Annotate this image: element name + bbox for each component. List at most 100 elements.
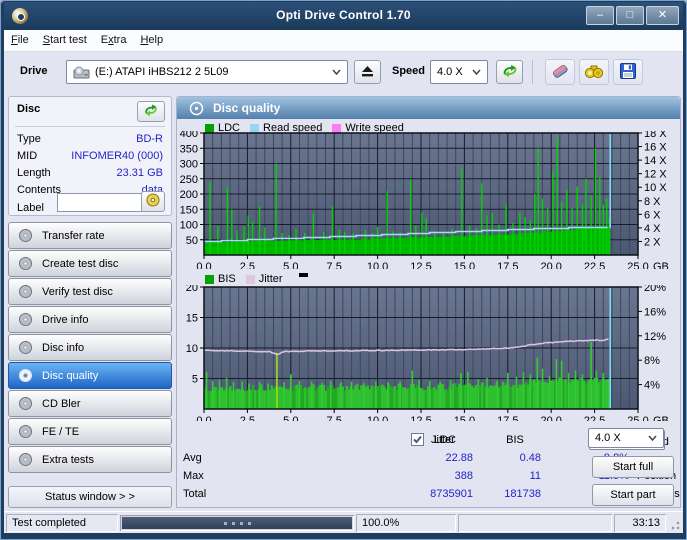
- status-window-button[interactable]: Status window > >: [8, 486, 172, 508]
- disc-icon: [146, 193, 160, 210]
- refresh-icon: [501, 63, 519, 82]
- disc-icon: [189, 101, 204, 116]
- save-button[interactable]: [613, 59, 643, 85]
- chevron-down-icon: [648, 435, 657, 441]
- avg-bis-value: 0.48: [477, 452, 541, 464]
- menu-item-file[interactable]: File: [4, 30, 36, 50]
- disc-icon: [18, 452, 33, 467]
- svg-text:7.5: 7.5: [327, 415, 342, 421]
- svg-text:25.0: 25.0: [627, 415, 648, 421]
- sidebar-item-drive-info[interactable]: Drive info: [8, 306, 172, 333]
- statusbar: Test completed 100.0% 33:13: [4, 511, 683, 533]
- eject-icon: [361, 65, 374, 80]
- svg-text:12%: 12%: [644, 331, 666, 343]
- field-value: BD-R: [136, 133, 163, 145]
- sidebar-item-disc-quality[interactable]: Disc quality: [8, 362, 172, 389]
- svg-text:10.0: 10.0: [367, 415, 388, 421]
- sidebar-item-extra-tests[interactable]: Extra tests: [8, 446, 172, 473]
- disc-icon: [18, 396, 33, 411]
- sidebar-item-create-test-disc[interactable]: Create test disc: [8, 250, 172, 277]
- disc-mid-row: MID INFOMER40 (000): [17, 150, 163, 165]
- field-label: Length: [17, 167, 51, 179]
- svg-text:18 X: 18 X: [644, 131, 667, 140]
- drive-select[interactable]: (E:) ATAPI iHBS212 2 5L09: [66, 60, 348, 84]
- max-bis-value: 11: [477, 470, 541, 482]
- disc-info-header: Disc: [17, 103, 40, 115]
- svg-text:25.0: 25.0: [627, 261, 648, 269]
- svg-text:15.0: 15.0: [454, 415, 475, 421]
- sidebar: Transfer rate Create test disc Verify test…: [8, 222, 172, 474]
- speed-select-bottom-value: 4.0 X: [595, 432, 621, 444]
- disc-label-button[interactable]: [141, 191, 165, 212]
- erase-disc-button[interactable]: [545, 59, 575, 85]
- resize-grip[interactable]: [668, 518, 681, 531]
- svg-text:12 X: 12 X: [644, 169, 667, 181]
- close-button[interactable]: ✕: [646, 6, 679, 25]
- minimize-button[interactable]: –: [586, 6, 614, 25]
- legend-swatch: [205, 275, 214, 284]
- label-input[interactable]: [57, 193, 143, 212]
- svg-text:5.0: 5.0: [283, 261, 298, 269]
- svg-text:150: 150: [180, 204, 198, 216]
- total-bis-value: 181738: [477, 488, 541, 500]
- toolbar: Drive (E:) ATAPI iHBS212 2 5L09 Speed 4.…: [4, 52, 683, 92]
- sidebar-item-label: Disc quality: [42, 370, 98, 382]
- svg-text:2.5: 2.5: [240, 261, 255, 269]
- field-value: INFOMER40 (000): [71, 150, 163, 162]
- speed-select[interactable]: 4.0 X: [430, 60, 488, 84]
- svg-text:20.0: 20.0: [540, 261, 561, 269]
- sidebar-item-label: Create test disc: [42, 258, 118, 270]
- chevron-down-icon: [332, 69, 341, 75]
- sidebar-item-transfer-rate[interactable]: Transfer rate: [8, 222, 172, 249]
- drive-select-value: (E:) ATAPI iHBS212 2 5L09: [95, 66, 229, 78]
- panel-header: Disc quality: [177, 97, 680, 119]
- svg-text:22.5: 22.5: [584, 261, 605, 269]
- refresh-disc-button[interactable]: [137, 101, 165, 122]
- elapsed-time: 33:13: [614, 514, 666, 532]
- speed-select-bottom[interactable]: 4.0 X: [588, 428, 664, 448]
- svg-text:4 X: 4 X: [644, 223, 661, 235]
- sidebar-item-verify-test-disc[interactable]: Verify test disc: [8, 278, 172, 305]
- sidebar-item-disc-info[interactable]: Disc info: [8, 334, 172, 361]
- svg-text:17.5: 17.5: [497, 261, 518, 269]
- svg-text:4%: 4%: [644, 380, 660, 392]
- drive-label: Drive: [20, 65, 48, 77]
- svg-text:350: 350: [180, 143, 198, 155]
- svg-text:16 X: 16 X: [644, 142, 667, 154]
- disc-icon: [18, 368, 33, 383]
- jitter-checkbox[interactable]: [411, 433, 424, 446]
- svg-text:300: 300: [180, 159, 198, 171]
- refresh-drives-button[interactable]: [496, 60, 523, 84]
- sidebar-item-label: Verify test disc: [42, 286, 113, 298]
- svg-text:20%: 20%: [644, 285, 666, 294]
- start-full-button[interactable]: Start full: [592, 456, 674, 478]
- sidebar-item-label: CD Bler: [42, 398, 81, 410]
- bis-chart: 201510520%16%12%8%4%0.02.55.07.510.012.5…: [178, 285, 680, 421]
- menu-item-start-test[interactable]: Start test: [36, 30, 94, 50]
- eject-button[interactable]: [354, 60, 381, 84]
- label-field-label: Label: [17, 202, 44, 214]
- jitter-checkbox-label: Jitter: [431, 434, 455, 446]
- svg-text:17.5: 17.5: [497, 415, 518, 421]
- svg-text:2 X: 2 X: [644, 236, 661, 248]
- svg-text:15: 15: [186, 313, 198, 325]
- progress-percent: 100.0%: [356, 514, 456, 532]
- menu-item-extra[interactable]: Extra: [94, 30, 134, 50]
- browse-button[interactable]: [579, 59, 609, 85]
- svg-text:5: 5: [192, 374, 198, 386]
- sidebar-item-label: FE / TE: [42, 426, 79, 438]
- disc-info-box: Disc Type BD-R MID INFOMER40 (000) Lengt…: [8, 96, 172, 216]
- maximize-button[interactable]: □: [616, 6, 644, 25]
- total-ldc-value: 8735901: [393, 488, 473, 500]
- sidebar-item-fe-te[interactable]: FE / TE: [8, 418, 172, 445]
- floppy-save-icon: [619, 62, 637, 83]
- svg-text:14 X: 14 X: [644, 155, 667, 167]
- legend-stray-mark: [299, 273, 308, 277]
- speed-label: Speed: [392, 65, 425, 77]
- drive-icon: [73, 66, 90, 79]
- start-part-button[interactable]: Start part: [592, 484, 674, 506]
- sidebar-item-cd-bler[interactable]: CD Bler: [8, 390, 172, 417]
- menu-item-help[interactable]: Help: [133, 30, 170, 50]
- ldc-chart: 4003503002502001501005018 X16 X14 X12 X1…: [178, 131, 680, 269]
- avg-ldc-value: 22.88: [393, 452, 473, 464]
